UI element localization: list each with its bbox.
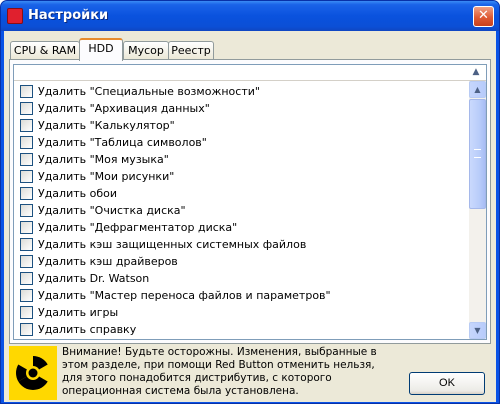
warning-area: Внимание! Будьте осторожны. Изменения, в… xyxy=(9,346,491,400)
checkbox[interactable] xyxy=(20,187,33,200)
list-item[interactable]: Удалить игры xyxy=(14,304,470,321)
list-item[interactable]: Удалить "Дефрагментатор диска" xyxy=(14,219,470,236)
radiation-icon xyxy=(9,346,57,400)
dialog-body: CPU & RAM HDD Мусор Реестр ▲ Удалить "Сп… xyxy=(4,31,496,402)
list-item[interactable]: Удалить "Мои рисунки" xyxy=(14,168,470,185)
list-item[interactable]: Удалить Dr. Watson xyxy=(14,270,470,287)
ok-button[interactable]: OK xyxy=(409,372,485,395)
warning-text: Внимание! Будьте осторожны. Изменения, в… xyxy=(62,346,377,397)
list-item-label: Удалить "Архивация данных" xyxy=(38,102,210,115)
list-item[interactable]: Удалить "Очистка диска" xyxy=(14,202,470,219)
list-item-label: Удалить Dr. Watson xyxy=(38,272,150,285)
settings-window: Настройки ✕ CPU & RAM HDD Мусор Реестр ▲… xyxy=(0,0,500,404)
arrow-up-icon: ▲ xyxy=(474,85,481,94)
list-items: Удалить "Специальные возможности" Удалит… xyxy=(14,83,470,338)
checkbox[interactable] xyxy=(20,102,33,115)
list-item[interactable]: Удалить "Таблица символов" xyxy=(14,134,470,151)
window-title: Настройки xyxy=(28,8,109,23)
list-item-label: Удалить "Мастер переноса файлов и параме… xyxy=(38,289,331,302)
list-item-label: Удалить "Таблица символов" xyxy=(38,136,207,149)
checkbox[interactable] xyxy=(20,221,33,234)
scroll-up-button[interactable]: ▲ xyxy=(469,81,486,98)
list-item[interactable]: Удалить справку xyxy=(14,321,470,338)
list-item-label: Удалить обои xyxy=(38,187,118,200)
list-item-label: Удалить игры xyxy=(38,306,119,319)
list-item[interactable]: Удалить обои xyxy=(14,185,470,202)
checkbox[interactable] xyxy=(20,255,33,268)
title-bar[interactable]: Настройки ✕ xyxy=(1,1,499,31)
list-item-label: Удалить кэш драйверов xyxy=(38,255,178,268)
checkbox[interactable] xyxy=(20,153,33,166)
vertical-scrollbar[interactable]: ▲ ▼ xyxy=(469,81,486,339)
list-item-label: Удалить "Очистка диска" xyxy=(38,204,186,217)
list-header: ▲ xyxy=(14,65,486,81)
checkbox[interactable] xyxy=(20,323,33,336)
arrow-up-icon: ▲ xyxy=(472,67,480,77)
checkbox[interactable] xyxy=(20,136,33,149)
checkbox[interactable] xyxy=(20,238,33,251)
checkbox[interactable] xyxy=(20,119,33,132)
checkbox[interactable] xyxy=(20,289,33,302)
header-scroll-button[interactable]: ▲ xyxy=(468,65,484,80)
checkbox[interactable] xyxy=(20,272,33,285)
list-item-label: Удалить кэш защищенных системных файлов xyxy=(38,238,307,251)
checkbox[interactable] xyxy=(20,306,33,319)
scroll-thumb[interactable] xyxy=(469,99,486,209)
options-list[interactable]: ▲ Удалить "Специальные возможности" Удал… xyxy=(13,64,487,340)
checkbox[interactable] xyxy=(20,85,33,98)
list-item-label: Удалить "Специальные возможности" xyxy=(38,85,260,98)
list-item[interactable]: Удалить "Моя музыка" xyxy=(14,151,470,168)
list-item[interactable]: Удалить кэш драйверов xyxy=(14,253,470,270)
list-item[interactable]: Удалить "Калькулятор" xyxy=(14,117,470,134)
list-item[interactable]: Удалить кэш защищенных системных файлов xyxy=(14,236,470,253)
list-item-label: Удалить "Калькулятор" xyxy=(38,119,175,132)
hdd-tab-panel: ▲ Удалить "Специальные возможности" Удал… xyxy=(9,59,491,344)
checkbox[interactable] xyxy=(20,204,33,217)
tab-cpu-ram[interactable]: CPU & RAM xyxy=(10,41,80,60)
list-item-label: Удалить справку xyxy=(38,323,137,336)
scroll-down-button[interactable]: ▼ xyxy=(469,322,486,339)
tab-musor[interactable]: Мусор xyxy=(123,41,169,60)
checkbox[interactable] xyxy=(20,170,33,183)
list-item-label: Удалить "Мои рисунки" xyxy=(38,170,175,183)
arrow-down-icon: ▼ xyxy=(474,326,481,335)
app-icon xyxy=(7,8,23,24)
list-item-label: Удалить "Дефрагментатор диска" xyxy=(38,221,238,234)
list-item[interactable]: Удалить "Специальные возможности" xyxy=(14,83,470,100)
list-item[interactable]: Удалить "Мастер переноса файлов и параме… xyxy=(14,287,470,304)
tab-reestr[interactable]: Реестр xyxy=(168,41,214,60)
grip-icon xyxy=(474,149,481,158)
list-item-label: Удалить "Моя музыка" xyxy=(38,153,169,166)
list-item[interactable]: Удалить "Архивация данных" xyxy=(14,100,470,117)
close-icon: ✕ xyxy=(478,8,489,23)
tab-hdd[interactable]: HDD xyxy=(79,38,123,61)
close-button[interactable]: ✕ xyxy=(473,6,494,27)
